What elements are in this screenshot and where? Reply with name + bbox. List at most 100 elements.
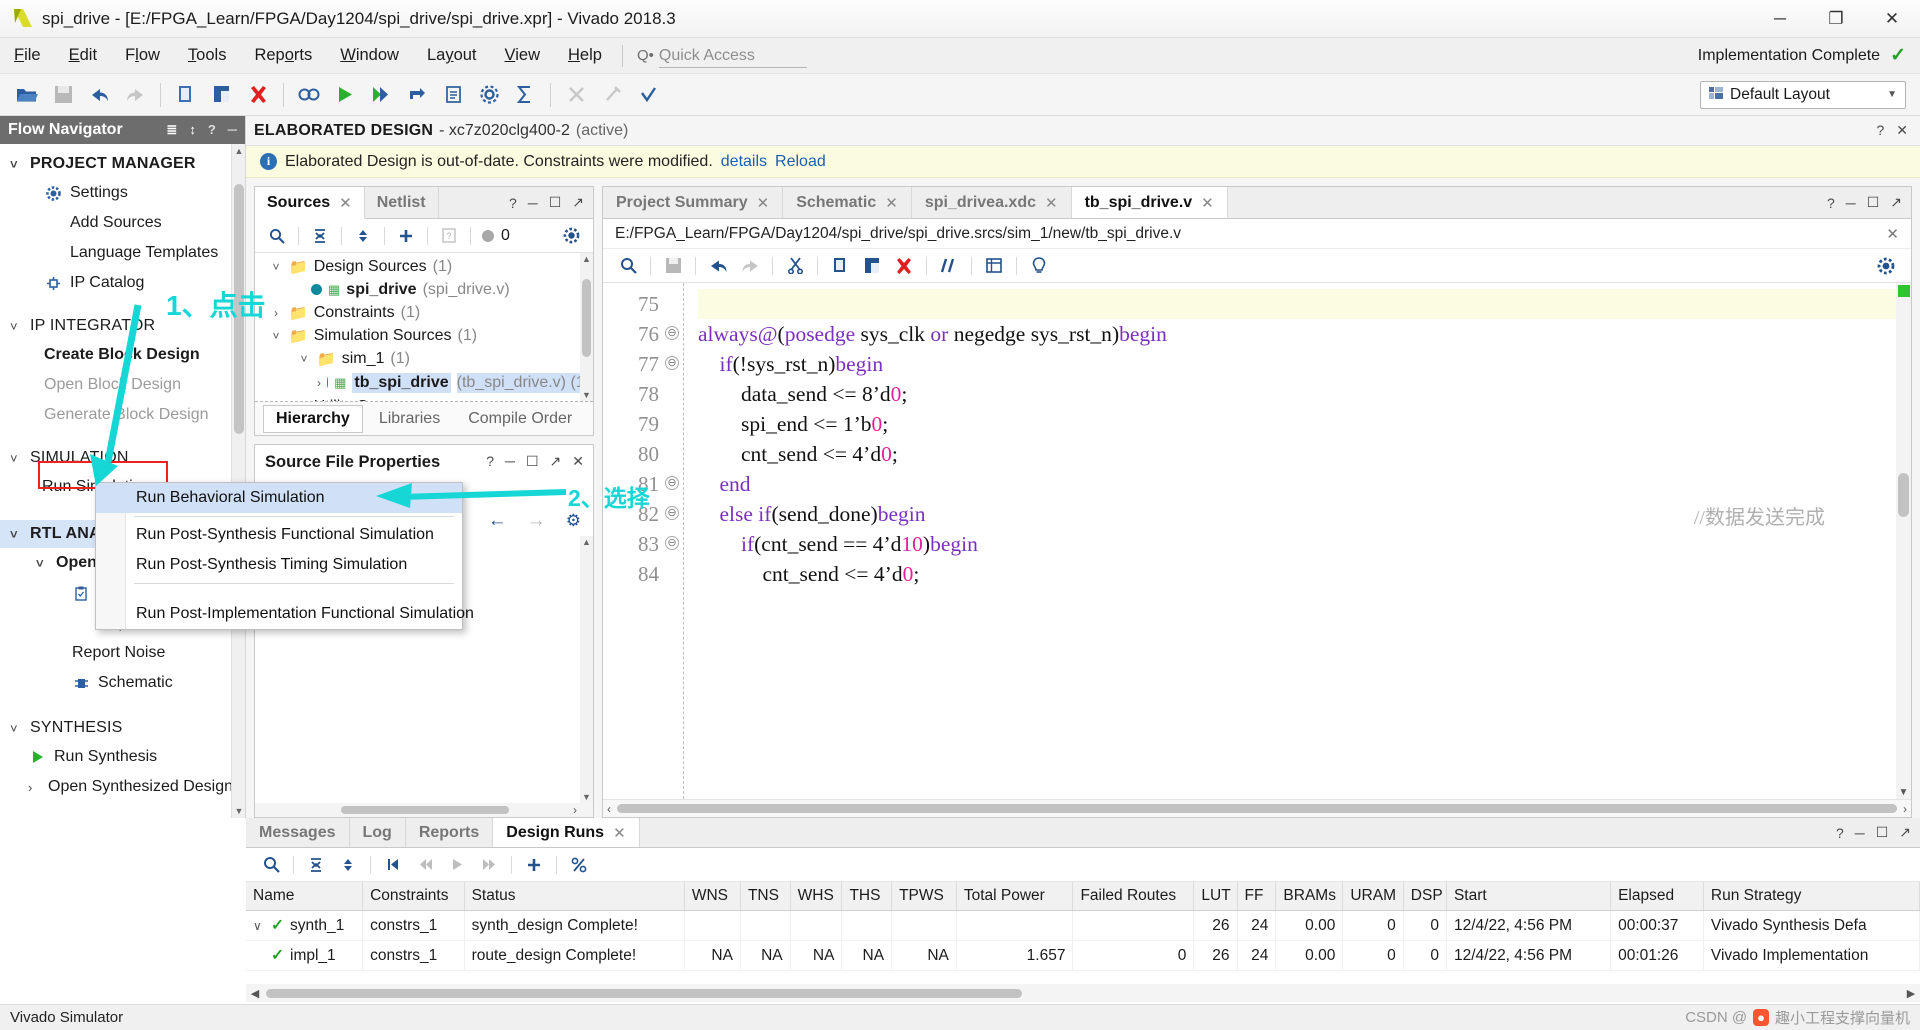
flow-item-create-block-design[interactable]: Create Block Design <box>0 340 245 370</box>
tab-sources[interactable]: Sources ✕ <box>255 187 365 219</box>
tree-row-spi-drive[interactable]: ▦ spi_drive (spi_drive.v) <box>255 278 593 301</box>
tab-messages[interactable]: Messages <box>246 818 350 847</box>
play-icon[interactable] <box>442 852 472 878</box>
cut-icon[interactable] <box>780 253 810 279</box>
chevron-right-icon[interactable]: › <box>269 306 283 320</box>
menuitem-run-behavioral-simulation[interactable]: Run Behavioral Simulation <box>96 483 462 513</box>
table-row[interactable]: ∨ ✓ synth_1 constrs_1 synth_design Complete!… <box>246 910 1920 941</box>
close-icon[interactable]: ✕ <box>1896 122 1908 139</box>
help-icon[interactable]: ? <box>486 453 494 470</box>
forward-icon[interactable]: → <box>527 510 546 532</box>
help-icon[interactable]: ? <box>1876 122 1884 139</box>
search-icon[interactable] <box>613 253 643 279</box>
search-icon[interactable] <box>256 852 286 878</box>
flow-item-settings[interactable]: Settings <box>0 178 245 208</box>
maximize-button[interactable]: ❐ <box>1808 0 1864 38</box>
scroll-left-icon[interactable]: ‹ <box>607 802 611 816</box>
sum-icon[interactable] <box>508 79 542 111</box>
menu-flow[interactable]: Flow <box>111 42 174 69</box>
table-column-header[interactable]: BRAMs <box>1275 882 1344 911</box>
maximize-icon[interactable]: ☐ <box>1876 824 1889 841</box>
open-project-icon[interactable] <box>10 79 44 111</box>
scroll-right-icon[interactable]: ▶ <box>1902 987 1920 1000</box>
scroll-down-icon[interactable]: ▼ <box>234 806 244 816</box>
float-icon[interactable]: ↗ <box>550 453 562 470</box>
table-column-header[interactable]: TNS <box>740 882 791 911</box>
help-icon[interactable]: ? <box>1836 825 1844 841</box>
undo-icon[interactable] <box>703 253 733 279</box>
flow-group-synthesis[interactable]: ˅ SYNTHESIS <box>0 714 245 742</box>
scroll-down-icon[interactable]: ▼ <box>581 792 592 802</box>
marker-a-icon[interactable] <box>559 79 593 111</box>
close-icon[interactable]: ✕ <box>1201 194 1214 212</box>
float-icon[interactable]: ↗ <box>1890 194 1902 211</box>
tree-row-sim1[interactable]: ˅ 📁 sim_1 (1) <box>255 347 593 370</box>
table-column-header[interactable]: Elapsed <box>1610 882 1704 911</box>
close-icon[interactable]: ✕ <box>757 194 770 212</box>
scrollbar-thumb[interactable] <box>266 988 1022 998</box>
table-column-header[interactable]: Start <box>1446 882 1612 911</box>
table-column-header[interactable]: URAM <box>1342 882 1404 911</box>
maximize-icon[interactable]: ☐ <box>1867 194 1880 211</box>
table-column-header[interactable]: Total Power <box>956 882 1074 911</box>
close-icon[interactable]: ✕ <box>613 824 626 842</box>
settings-icon[interactable] <box>472 79 506 111</box>
table-column-header[interactable]: WNS <box>684 882 741 911</box>
save-icon[interactable] <box>658 253 688 279</box>
minimize-icon[interactable]: ─ <box>528 195 538 211</box>
paste-icon[interactable] <box>205 79 239 111</box>
settings-icon[interactable] <box>557 223 585 249</box>
fold-icon[interactable]: ⊖ <box>665 356 679 370</box>
table-column-header[interactable]: LUT <box>1193 882 1238 911</box>
footer-tab-compile-order[interactable]: Compile Order <box>456 406 584 432</box>
chevron-down-icon[interactable]: ˅ <box>297 352 311 366</box>
generate-bitstream-icon[interactable] <box>400 79 434 111</box>
table-column-header[interactable]: Name <box>246 882 364 911</box>
comment-icon[interactable] <box>934 253 964 279</box>
close-button[interactable]: ✕ <box>1864 0 1920 38</box>
run-name-cell[interactable]: ∨ ✓ synth_1 <box>246 910 364 941</box>
float-icon[interactable]: ↗ <box>572 194 584 211</box>
sfp-hscrollbar[interactable]: › <box>255 803 593 817</box>
scrollbar-thumb[interactable] <box>617 804 1897 813</box>
table-column-header[interactable]: Status <box>464 882 685 911</box>
design-runs-hscrollbar[interactable]: ◀ ▶ <box>246 984 1920 1002</box>
details-link[interactable]: details <box>721 153 767 171</box>
table-column-header[interactable]: Run Strategy <box>1703 882 1920 911</box>
sources-tree-scrollbar[interactable]: ▲ ▼ <box>580 253 593 401</box>
redo-icon[interactable] <box>735 253 765 279</box>
code-area[interactable]: 75 76 ⊖ 77 ⊖ 78 79 80 81 ⊖ 82 ⊖ 83 ⊖ 84 a <box>603 283 1911 799</box>
layout-selector[interactable]: Default Layout ▼ <box>1700 80 1906 109</box>
quick-access-search[interactable]: Q• Quick Access <box>637 43 817 69</box>
add-sources-icon[interactable] <box>392 223 420 249</box>
tab-tb-spi-drive-v[interactable]: tb_spi_drive.v ✕ <box>1071 187 1228 218</box>
minimize-icon[interactable]: ─ <box>228 122 237 138</box>
tab-spi-drivea-xdc[interactable]: spi_drivea.xdc ✕ <box>912 187 1072 218</box>
table-column-header[interactable]: WHS <box>790 882 843 911</box>
table-row[interactable]: ✓ impl_1 constrs_1 route_design Complete! NA… <box>246 940 1920 971</box>
scrollbar-thumb[interactable] <box>1898 473 1909 517</box>
help-icon[interactable]: ? <box>509 195 517 211</box>
menuitem-run-post-implementation-timing-simulation[interactable]: Run Post-Implementation Functional Simul… <box>96 599 474 629</box>
collapse-icon[interactable] <box>301 852 331 878</box>
float-icon[interactable]: ↗ <box>1899 824 1911 841</box>
close-icon[interactable]: ✕ <box>1045 194 1058 212</box>
add-icon[interactable] <box>519 852 549 878</box>
run-name-cell[interactable]: ✓ impl_1 <box>246 940 364 971</box>
table-column-header[interactable]: THS <box>841 882 893 911</box>
tab-design-runs[interactable]: Design Runs ✕ <box>493 818 640 847</box>
tree-row-tb-spi-drive[interactable]: › ▦ tb_spi_drive (tb_spi_drive.v) (1) <box>255 370 593 395</box>
tree-row-simulation-sources[interactable]: ˅ 📁 Simulation Sources (1) <box>255 324 593 347</box>
report-icon[interactable] <box>436 79 470 111</box>
menu-help[interactable]: Help <box>554 42 616 69</box>
flow-item-add-sources[interactable]: Add Sources <box>0 208 245 238</box>
scroll-up-icon[interactable]: ▲ <box>234 146 244 156</box>
marker-c-icon[interactable] <box>631 79 665 111</box>
highlight-icon[interactable] <box>1024 253 1054 279</box>
tab-reports[interactable]: Reports <box>406 818 494 847</box>
indent-icon[interactable] <box>979 253 1009 279</box>
maximize-icon[interactable]: ☐ <box>526 453 539 470</box>
chevron-down-icon[interactable]: ˅ <box>269 260 283 274</box>
design-runs-table[interactable]: Name Constraints Status WNS TNS WHS THS TPWS Tot… <box>246 882 1920 971</box>
tree-row-constraints[interactable]: › 📁 Constraints (1) <box>255 301 593 324</box>
